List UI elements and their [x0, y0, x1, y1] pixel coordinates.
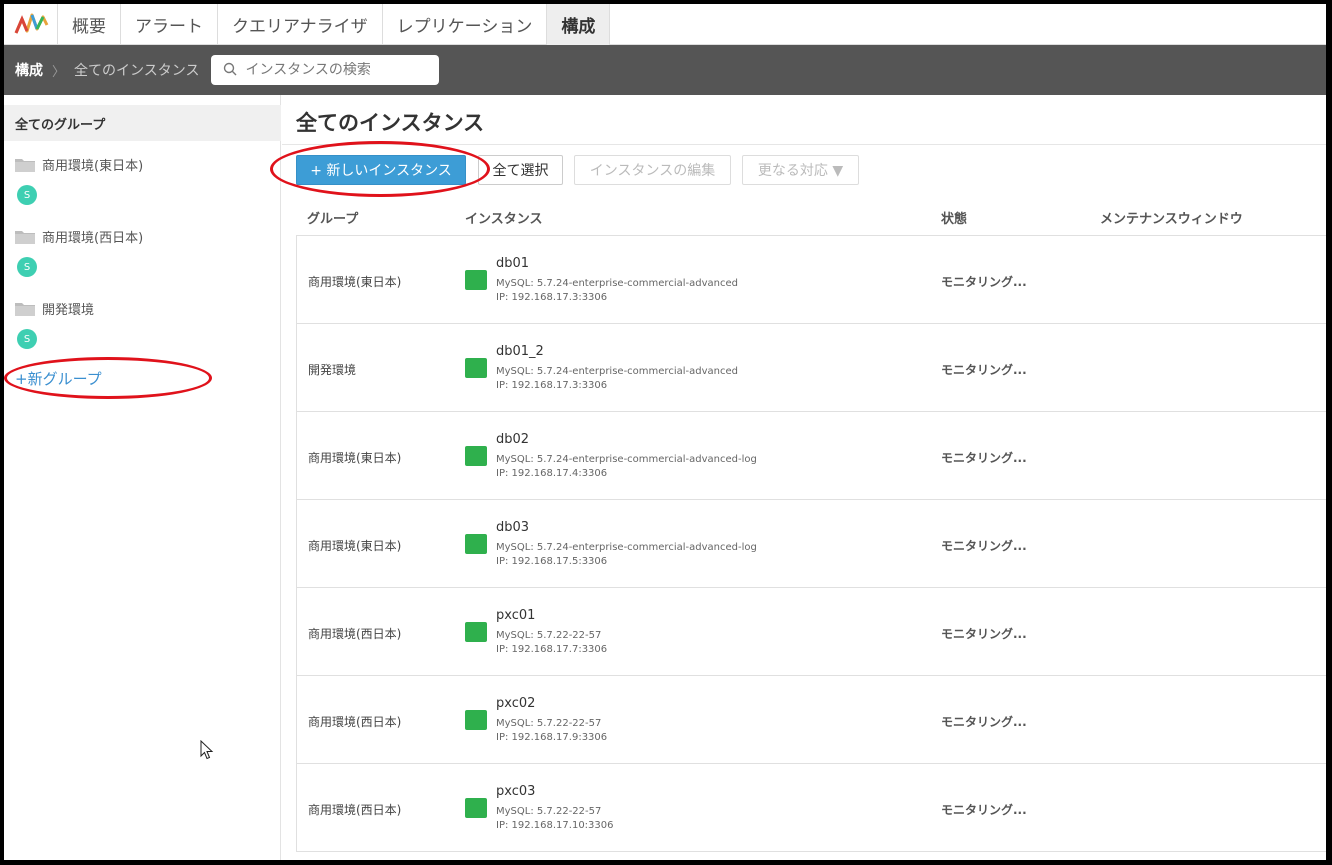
row-group: 商用環境(西日本)	[308, 627, 402, 641]
new-instance-button[interactable]: + 新しいインスタンス	[296, 155, 466, 185]
sidebar-group[interactable]: 商用環境(西日本) S	[15, 227, 143, 277]
mysql-icon	[465, 446, 487, 466]
tab-configuration[interactable]: 構成	[547, 4, 611, 45]
instance-version: MySQL: 5.7.24-enterprise-commercial-adva…	[496, 454, 757, 465]
status-badge: S	[17, 185, 37, 205]
divider	[282, 144, 1326, 145]
folder-icon	[15, 303, 35, 316]
folder-icon	[15, 159, 35, 172]
edit-instance-button[interactable]: インスタンスの編集	[574, 155, 731, 185]
top-nav: 概要 アラート クエリアナライザ レプリケーション 構成	[4, 4, 1326, 45]
tab-replication[interactable]: レプリケーション	[383, 4, 548, 45]
search-icon	[223, 61, 237, 80]
instance-state: モニタリング...	[941, 627, 1027, 641]
instance-ip: IP: 192.168.17.10:3306	[496, 820, 614, 831]
main-content: 全てのインスタンス + 新しいインスタンス 全て選択 インスタンスの編集 更なる…	[270, 95, 1326, 860]
row-group: 商用環境(東日本)	[308, 451, 402, 465]
page-title: 全てのインスタンス	[296, 111, 485, 135]
sidebar-group-label: 商用環境(東日本)	[42, 159, 144, 174]
mysql-icon	[465, 710, 487, 730]
instance-ip: IP: 192.168.17.3:3306	[496, 380, 608, 391]
instance-version: MySQL: 5.7.22-22-57	[496, 718, 602, 729]
instance-ip: IP: 192.168.17.5:3306	[496, 556, 608, 567]
search-input[interactable]	[245, 62, 426, 78]
mysql-icon	[465, 622, 487, 642]
instance-name[interactable]: pxc03	[496, 784, 535, 799]
table-row[interactable]: 商用環境(西日本) pxc01 MySQL: 5.7.22-22-57 IP: …	[296, 588, 1326, 676]
instance-name[interactable]: db01	[496, 256, 529, 271]
instance-ip: IP: 192.168.17.7:3306	[496, 644, 608, 655]
instance-name[interactable]: db01_2	[496, 344, 544, 359]
status-badge: S	[17, 257, 37, 277]
app-window: 概要 アラート クエリアナライザ レプリケーション 構成 構成 〉 全てのインス…	[4, 4, 1326, 860]
instance-ip: IP: 192.168.17.3:3306	[496, 292, 608, 303]
row-group: 商用環境(東日本)	[308, 275, 402, 289]
instance-name[interactable]: pxc01	[496, 608, 535, 623]
instance-version: MySQL: 5.7.24-enterprise-commercial-adva…	[496, 542, 757, 553]
folder-icon	[15, 231, 35, 244]
breadcrumb: 構成 〉 全てのインスタンス	[4, 45, 1326, 95]
table-row[interactable]: 商用環境(東日本) db01 MySQL: 5.7.24-enterprise-…	[296, 236, 1326, 324]
mouse-cursor-icon	[200, 740, 214, 760]
row-group: 商用環境(東日本)	[308, 539, 402, 553]
instance-state: モニタリング...	[941, 451, 1027, 465]
sidebar-group-label: 商用環境(西日本)	[42, 231, 144, 246]
sidebar-group[interactable]: 商用環境(東日本) S	[15, 155, 143, 205]
column-header-state[interactable]: 状態	[941, 208, 967, 227]
column-header-group[interactable]: グループ	[307, 208, 358, 227]
sidebar-group-label: 開発環境	[42, 303, 95, 318]
tab-alerts[interactable]: アラート	[121, 4, 218, 45]
instance-table: 商用環境(東日本) db01 MySQL: 5.7.24-enterprise-…	[296, 235, 1326, 852]
instance-name[interactable]: db02	[496, 432, 529, 447]
breadcrumb-separator: 〉	[52, 64, 66, 80]
sidebar-item-all-groups[interactable]: 全てのグループ	[4, 105, 281, 141]
instance-ip: IP: 192.168.17.9:3306	[496, 732, 608, 743]
instance-name[interactable]: pxc02	[496, 696, 535, 711]
instance-version: MySQL: 5.7.22-22-57	[496, 630, 602, 641]
sidebar-group[interactable]: 開発環境 S	[15, 299, 94, 349]
mysql-icon	[465, 358, 487, 378]
sidebar: 全てのグループ 商用環境(東日本) S 商用環境(西日本) S 開発環境 S +…	[4, 95, 281, 860]
instance-state: モニタリング...	[941, 275, 1027, 289]
instance-state: モニタリング...	[941, 803, 1027, 817]
instance-version: MySQL: 5.7.24-enterprise-commercial-adva…	[496, 366, 738, 377]
mysql-icon	[465, 270, 487, 290]
table-row[interactable]: 商用環境(西日本) pxc02 MySQL: 5.7.22-22-57 IP: …	[296, 676, 1326, 764]
row-group: 商用環境(西日本)	[308, 715, 402, 729]
search-box[interactable]	[211, 55, 440, 85]
breadcrumb-root[interactable]: 構成	[15, 60, 43, 80]
tab-overview[interactable]: 概要	[58, 4, 121, 45]
select-all-button[interactable]: 全て選択	[478, 155, 563, 185]
breadcrumb-current: 全てのインスタンス	[74, 63, 200, 79]
instance-name[interactable]: db03	[496, 520, 529, 535]
instance-state: モニタリング...	[941, 715, 1027, 729]
row-group: 商用環境(西日本)	[308, 803, 402, 817]
instance-state: モニタリング...	[941, 363, 1027, 377]
instance-ip: IP: 192.168.17.4:3306	[496, 468, 608, 479]
column-header-instance[interactable]: インスタンス	[465, 208, 542, 227]
tab-query-analyzer[interactable]: クエリアナライザ	[218, 4, 383, 45]
row-group: 開発環境	[308, 363, 357, 377]
table-row[interactable]: 商用環境(東日本) db03 MySQL: 5.7.24-enterprise-…	[296, 500, 1326, 588]
status-badge: S	[17, 329, 37, 349]
mysql-icon	[465, 798, 487, 818]
logo-icon[interactable]	[4, 4, 58, 45]
instance-version: MySQL: 5.7.22-22-57	[496, 806, 602, 817]
column-header-maintenance[interactable]: メンテナンスウィンドウ	[1100, 208, 1243, 227]
mysql-icon	[465, 534, 487, 554]
table-row[interactable]: 開発環境 db01_2 MySQL: 5.7.24-enterprise-com…	[296, 324, 1326, 412]
table-row[interactable]: 商用環境(東日本) db02 MySQL: 5.7.24-enterprise-…	[296, 412, 1326, 500]
more-actions-button[interactable]: 更なる対応 ▼	[742, 155, 859, 185]
instance-state: モニタリング...	[941, 539, 1027, 553]
instance-version: MySQL: 5.7.24-enterprise-commercial-adva…	[496, 278, 738, 289]
table-row[interactable]: 商用環境(西日本) pxc03 MySQL: 5.7.22-22-57 IP: …	[296, 764, 1326, 852]
new-group-link[interactable]: +新グループ	[15, 368, 102, 389]
